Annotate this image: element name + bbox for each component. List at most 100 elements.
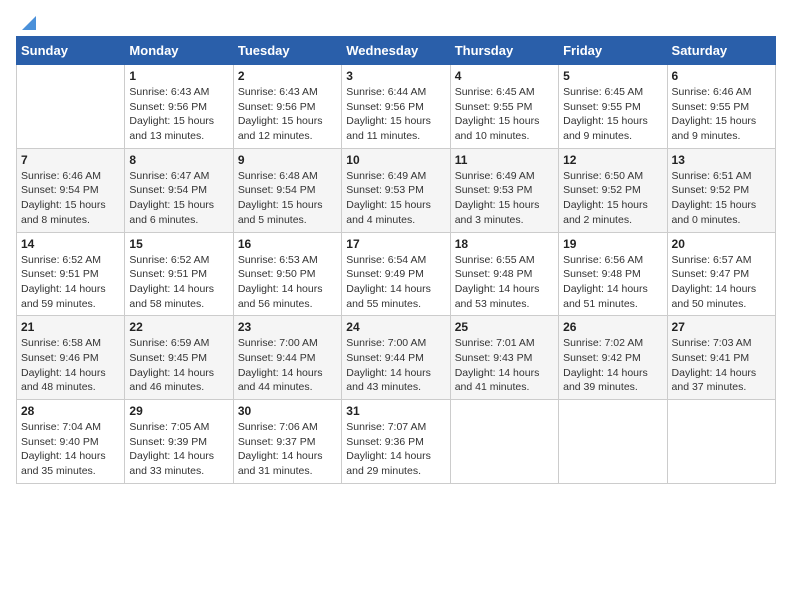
calendar-cell: 19 Sunrise: 6:56 AM Sunset: 9:48 PM Dayli… bbox=[559, 232, 667, 316]
week-row-1: 1 Sunrise: 6:43 AM Sunset: 9:56 PM Daylig… bbox=[17, 65, 776, 149]
calendar-cell bbox=[17, 65, 125, 149]
day-number: 27 bbox=[672, 320, 771, 334]
day-number: 20 bbox=[672, 237, 771, 251]
cell-details: Sunrise: 6:57 AM Sunset: 9:47 PM Dayligh… bbox=[672, 253, 771, 312]
day-number: 1 bbox=[129, 69, 228, 83]
day-number: 12 bbox=[563, 153, 662, 167]
calendar-cell: 14 Sunrise: 6:52 AM Sunset: 9:51 PM Dayli… bbox=[17, 232, 125, 316]
day-number: 11 bbox=[455, 153, 554, 167]
day-header-tuesday: Tuesday bbox=[233, 37, 341, 65]
day-header-friday: Friday bbox=[559, 37, 667, 65]
day-number: 4 bbox=[455, 69, 554, 83]
cell-details: Sunrise: 6:49 AM Sunset: 9:53 PM Dayligh… bbox=[455, 169, 554, 228]
day-number: 26 bbox=[563, 320, 662, 334]
cell-details: Sunrise: 6:43 AM Sunset: 9:56 PM Dayligh… bbox=[238, 85, 337, 144]
cell-details: Sunrise: 6:56 AM Sunset: 9:48 PM Dayligh… bbox=[563, 253, 662, 312]
day-number: 2 bbox=[238, 69, 337, 83]
calendar-cell: 27 Sunrise: 7:03 AM Sunset: 9:41 PM Dayli… bbox=[667, 316, 775, 400]
cell-details: Sunrise: 6:47 AM Sunset: 9:54 PM Dayligh… bbox=[129, 169, 228, 228]
calendar-cell: 1 Sunrise: 6:43 AM Sunset: 9:56 PM Daylig… bbox=[125, 65, 233, 149]
cell-details: Sunrise: 6:53 AM Sunset: 9:50 PM Dayligh… bbox=[238, 253, 337, 312]
cell-details: Sunrise: 7:02 AM Sunset: 9:42 PM Dayligh… bbox=[563, 336, 662, 395]
page-header bbox=[16, 16, 776, 28]
calendar-cell: 13 Sunrise: 6:51 AM Sunset: 9:52 PM Dayli… bbox=[667, 148, 775, 232]
calendar-cell: 29 Sunrise: 7:05 AM Sunset: 9:39 PM Dayli… bbox=[125, 400, 233, 484]
cell-details: Sunrise: 6:45 AM Sunset: 9:55 PM Dayligh… bbox=[563, 85, 662, 144]
cell-details: Sunrise: 7:00 AM Sunset: 9:44 PM Dayligh… bbox=[238, 336, 337, 395]
calendar-cell: 4 Sunrise: 6:45 AM Sunset: 9:55 PM Daylig… bbox=[450, 65, 558, 149]
day-number: 30 bbox=[238, 404, 337, 418]
cell-details: Sunrise: 6:59 AM Sunset: 9:45 PM Dayligh… bbox=[129, 336, 228, 395]
cell-details: Sunrise: 6:45 AM Sunset: 9:55 PM Dayligh… bbox=[455, 85, 554, 144]
day-header-saturday: Saturday bbox=[667, 37, 775, 65]
calendar-cell: 17 Sunrise: 6:54 AM Sunset: 9:49 PM Dayli… bbox=[342, 232, 450, 316]
calendar-cell: 18 Sunrise: 6:55 AM Sunset: 9:48 PM Dayli… bbox=[450, 232, 558, 316]
cell-details: Sunrise: 7:01 AM Sunset: 9:43 PM Dayligh… bbox=[455, 336, 554, 395]
calendar-cell: 9 Sunrise: 6:48 AM Sunset: 9:54 PM Daylig… bbox=[233, 148, 341, 232]
day-number: 16 bbox=[238, 237, 337, 251]
cell-details: Sunrise: 7:03 AM Sunset: 9:41 PM Dayligh… bbox=[672, 336, 771, 395]
calendar-cell: 12 Sunrise: 6:50 AM Sunset: 9:52 PM Dayli… bbox=[559, 148, 667, 232]
day-number: 5 bbox=[563, 69, 662, 83]
week-row-3: 14 Sunrise: 6:52 AM Sunset: 9:51 PM Dayli… bbox=[17, 232, 776, 316]
cell-details: Sunrise: 6:46 AM Sunset: 9:54 PM Dayligh… bbox=[21, 169, 120, 228]
day-number: 28 bbox=[21, 404, 120, 418]
calendar-cell: 11 Sunrise: 6:49 AM Sunset: 9:53 PM Dayli… bbox=[450, 148, 558, 232]
logo bbox=[16, 16, 38, 28]
header-row: SundayMondayTuesdayWednesdayThursdayFrid… bbox=[17, 37, 776, 65]
calendar-cell bbox=[559, 400, 667, 484]
calendar-cell bbox=[450, 400, 558, 484]
calendar-cell: 8 Sunrise: 6:47 AM Sunset: 9:54 PM Daylig… bbox=[125, 148, 233, 232]
cell-details: Sunrise: 6:50 AM Sunset: 9:52 PM Dayligh… bbox=[563, 169, 662, 228]
day-number: 6 bbox=[672, 69, 771, 83]
day-header-wednesday: Wednesday bbox=[342, 37, 450, 65]
day-number: 9 bbox=[238, 153, 337, 167]
cell-details: Sunrise: 6:58 AM Sunset: 9:46 PM Dayligh… bbox=[21, 336, 120, 395]
day-number: 10 bbox=[346, 153, 445, 167]
week-row-4: 21 Sunrise: 6:58 AM Sunset: 9:46 PM Dayli… bbox=[17, 316, 776, 400]
cell-details: Sunrise: 7:06 AM Sunset: 9:37 PM Dayligh… bbox=[238, 420, 337, 479]
cell-details: Sunrise: 7:00 AM Sunset: 9:44 PM Dayligh… bbox=[346, 336, 445, 395]
day-header-sunday: Sunday bbox=[17, 37, 125, 65]
cell-details: Sunrise: 6:55 AM Sunset: 9:48 PM Dayligh… bbox=[455, 253, 554, 312]
calendar-cell: 28 Sunrise: 7:04 AM Sunset: 9:40 PM Dayli… bbox=[17, 400, 125, 484]
day-number: 23 bbox=[238, 320, 337, 334]
calendar-cell: 20 Sunrise: 6:57 AM Sunset: 9:47 PM Dayli… bbox=[667, 232, 775, 316]
calendar-cell: 26 Sunrise: 7:02 AM Sunset: 9:42 PM Dayli… bbox=[559, 316, 667, 400]
calendar-cell: 10 Sunrise: 6:49 AM Sunset: 9:53 PM Dayli… bbox=[342, 148, 450, 232]
calendar-cell: 3Sunrise: 6:44 AM Sunset: 9:56 PM Daylig… bbox=[342, 65, 450, 149]
cell-details: Sunrise: 6:49 AM Sunset: 9:53 PM Dayligh… bbox=[346, 169, 445, 228]
day-number: 22 bbox=[129, 320, 228, 334]
day-number: 29 bbox=[129, 404, 228, 418]
week-row-2: 7Sunrise: 6:46 AM Sunset: 9:54 PM Daylig… bbox=[17, 148, 776, 232]
day-header-thursday: Thursday bbox=[450, 37, 558, 65]
calendar-cell: 6 Sunrise: 6:46 AM Sunset: 9:55 PM Daylig… bbox=[667, 65, 775, 149]
cell-details: Sunrise: 6:51 AM Sunset: 9:52 PM Dayligh… bbox=[672, 169, 771, 228]
day-number: 17 bbox=[346, 237, 445, 251]
cell-details: Sunrise: 6:52 AM Sunset: 9:51 PM Dayligh… bbox=[21, 253, 120, 312]
calendar-cell: 21 Sunrise: 6:58 AM Sunset: 9:46 PM Dayli… bbox=[17, 316, 125, 400]
cell-details: Sunrise: 7:05 AM Sunset: 9:39 PM Dayligh… bbox=[129, 420, 228, 479]
cell-details: Sunrise: 6:52 AM Sunset: 9:51 PM Dayligh… bbox=[129, 253, 228, 312]
cell-details: Sunrise: 6:48 AM Sunset: 9:54 PM Dayligh… bbox=[238, 169, 337, 228]
calendar-cell bbox=[667, 400, 775, 484]
calendar-cell: 24Sunrise: 7:00 AM Sunset: 9:44 PM Dayli… bbox=[342, 316, 450, 400]
day-number: 14 bbox=[21, 237, 120, 251]
calendar-table: SundayMondayTuesdayWednesdayThursdayFrid… bbox=[16, 36, 776, 484]
day-number: 8 bbox=[129, 153, 228, 167]
calendar-cell: 22 Sunrise: 6:59 AM Sunset: 9:45 PM Dayli… bbox=[125, 316, 233, 400]
day-number: 31 bbox=[346, 404, 445, 418]
cell-details: Sunrise: 7:04 AM Sunset: 9:40 PM Dayligh… bbox=[21, 420, 120, 479]
calendar-cell: 2 Sunrise: 6:43 AM Sunset: 9:56 PM Daylig… bbox=[233, 65, 341, 149]
cell-details: Sunrise: 6:46 AM Sunset: 9:55 PM Dayligh… bbox=[672, 85, 771, 144]
cell-details: Sunrise: 6:43 AM Sunset: 9:56 PM Dayligh… bbox=[129, 85, 228, 144]
day-number: 15 bbox=[129, 237, 228, 251]
day-number: 19 bbox=[563, 237, 662, 251]
calendar-cell: 23 Sunrise: 7:00 AM Sunset: 9:44 PM Dayli… bbox=[233, 316, 341, 400]
day-number: 21 bbox=[21, 320, 120, 334]
day-header-monday: Monday bbox=[125, 37, 233, 65]
cell-details: Sunrise: 6:54 AM Sunset: 9:49 PM Dayligh… bbox=[346, 253, 445, 312]
day-number: 13 bbox=[672, 153, 771, 167]
day-number: 18 bbox=[455, 237, 554, 251]
calendar-cell: 30 Sunrise: 7:06 AM Sunset: 9:37 PM Dayli… bbox=[233, 400, 341, 484]
